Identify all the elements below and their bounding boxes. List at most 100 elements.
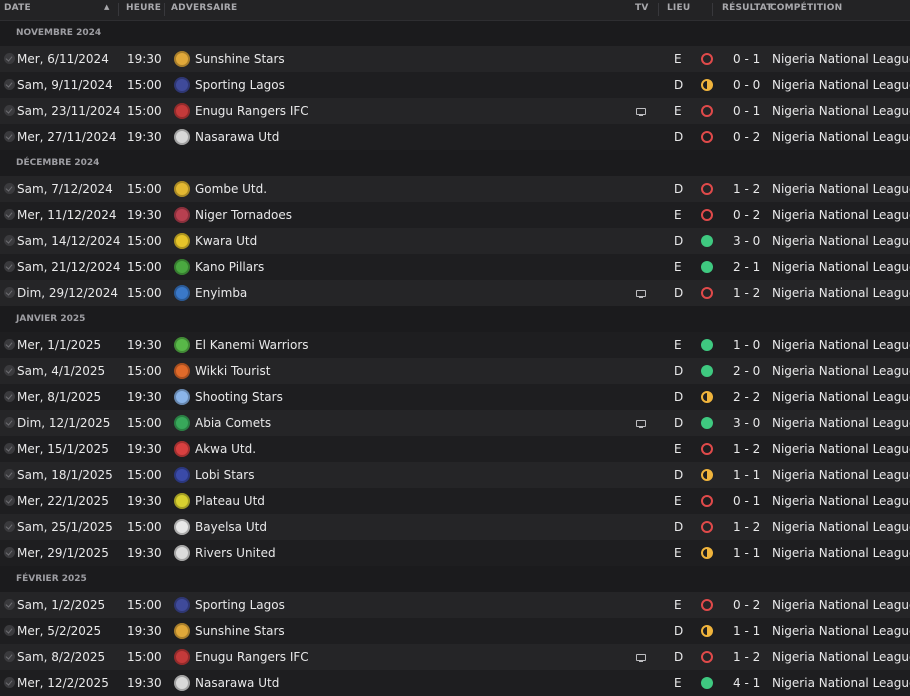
fixture-row[interactable]: Sam, 9/11/2024 15:00 Sporting Lagos D 0 - 0 N… — [0, 72, 910, 98]
match-score[interactable]: 2 - 2 — [733, 390, 760, 404]
opponent-link[interactable]: Enyimba — [195, 286, 247, 300]
fixture-row[interactable]: Sam, 18/1/2025 15:00 Lobi Stars D 1 - 1 Niger… — [0, 462, 910, 488]
competition-link[interactable]: Nigeria National League — [772, 598, 910, 612]
column-divider[interactable] — [164, 3, 165, 16]
match-score[interactable]: 4 - 1 — [733, 676, 760, 690]
competition-link[interactable]: Nigeria National League — [772, 520, 910, 534]
opponent-link[interactable]: Sporting Lagos — [195, 598, 285, 612]
match-score[interactable]: 1 - 1 — [733, 624, 760, 638]
competition-link[interactable]: Nigeria National League — [772, 364, 910, 378]
opponent-link[interactable]: Niger Tornadoes — [195, 208, 292, 222]
header-competition[interactable]: COMPÉTITION — [770, 3, 842, 13]
opponent-link[interactable]: Shooting Stars — [195, 390, 283, 404]
header-tv[interactable]: TV — [635, 3, 649, 13]
fixture-row[interactable]: Mer, 11/12/2024 19:30 Niger Tornadoes E 0 - … — [0, 202, 910, 228]
match-score[interactable]: 1 - 2 — [733, 520, 760, 534]
fixture-row[interactable]: Mer, 15/1/2025 19:30 Akwa Utd. E 1 - 2 Nigeri… — [0, 436, 910, 462]
competition-link[interactable]: Nigeria National League — [772, 286, 910, 300]
competition-link[interactable]: Nigeria National League — [772, 442, 910, 456]
opponent-link[interactable]: Enugu Rangers IFC — [195, 650, 309, 664]
fixture-row[interactable]: Mer, 12/2/2025 19:30 Nasarawa Utd E 4 - 1 Nig… — [0, 670, 910, 696]
fixture-row[interactable]: Sam, 8/2/2025 15:00 Enugu Rangers IFC D 1 - … — [0, 644, 910, 670]
match-score[interactable]: 1 - 0 — [733, 338, 760, 352]
match-score[interactable]: 2 - 1 — [733, 260, 760, 274]
competition-link[interactable]: Nigeria National League — [772, 546, 910, 560]
competition-link[interactable]: Nigeria National League — [772, 234, 910, 248]
fixture-row[interactable]: Dim, 29/12/2024 15:00 Enyimba D 1 - 2 Nigeria… — [0, 280, 910, 306]
opponent-link[interactable]: Rivers United — [195, 546, 276, 560]
match-score[interactable]: 1 - 2 — [733, 182, 760, 196]
opponent-link[interactable]: Abia Comets — [195, 416, 271, 430]
competition-link[interactable]: Nigeria National League — [772, 494, 910, 508]
match-score[interactable]: 1 - 1 — [733, 468, 760, 482]
fixture-row[interactable]: Mer, 1/1/2025 19:30 El Kanemi Warriors E 1 -… — [0, 332, 910, 358]
fixture-row[interactable]: Mer, 22/1/2025 19:30 Plateau Utd E 0 - 1 Nige… — [0, 488, 910, 514]
opponent-link[interactable]: Akwa Utd. — [195, 442, 256, 456]
competition-link[interactable]: Nigeria National League — [772, 182, 910, 196]
competition-link[interactable]: Nigeria National League — [772, 130, 910, 144]
match-score[interactable]: 2 - 0 — [733, 364, 760, 378]
fixture-row[interactable]: Sam, 14/12/2024 15:00 Kwara Utd D 3 - 0 Niger… — [0, 228, 910, 254]
opponent-link[interactable]: Sporting Lagos — [195, 78, 285, 92]
match-score[interactable]: 1 - 2 — [733, 442, 760, 456]
match-score[interactable]: 1 - 2 — [733, 650, 760, 664]
competition-link[interactable]: Nigeria National League — [772, 260, 910, 274]
opponent-link[interactable]: Gombe Utd. — [195, 182, 267, 196]
header-venue[interactable]: LIEU — [667, 3, 690, 13]
competition-link[interactable]: Nigeria National League — [772, 104, 910, 118]
competition-link[interactable]: Nigeria National League — [772, 624, 910, 638]
fixture-row[interactable]: Mer, 6/11/2024 19:30 Sunshine Stars E 0 - 1 N… — [0, 46, 910, 72]
match-score[interactable]: 3 - 0 — [733, 234, 760, 248]
competition-link[interactable]: Nigeria National League — [772, 390, 910, 404]
header-date[interactable]: DATE — [4, 3, 31, 13]
opponent-link[interactable]: Plateau Utd — [195, 494, 265, 508]
header-time[interactable]: HEURE — [126, 3, 161, 13]
match-score[interactable]: 0 - 2 — [733, 598, 760, 612]
opponent-link[interactable]: Nasarawa Utd — [195, 130, 279, 144]
competition-link[interactable]: Nigeria National League — [772, 676, 910, 690]
opponent-link[interactable]: Enugu Rangers IFC — [195, 104, 309, 118]
fixture-row[interactable]: Sam, 21/12/2024 15:00 Kano Pillars E 2 - 1 Ni… — [0, 254, 910, 280]
match-score[interactable]: 0 - 2 — [733, 130, 760, 144]
opponent-link[interactable]: El Kanemi Warriors — [195, 338, 309, 352]
fixture-date: Mer, 8/1/2025 — [17, 390, 102, 404]
match-score[interactable]: 3 - 0 — [733, 416, 760, 430]
competition-link[interactable]: Nigeria National League — [772, 468, 910, 482]
fixture-row[interactable]: Sam, 4/1/2025 15:00 Wikki Tourist D 2 - 0 Nig… — [0, 358, 910, 384]
fixture-row[interactable]: Sam, 7/12/2024 15:00 Gombe Utd. D 1 - 2 Niger… — [0, 176, 910, 202]
competition-link[interactable]: Nigeria National League — [772, 208, 910, 222]
match-score[interactable]: 0 - 1 — [733, 494, 760, 508]
fixture-row[interactable]: Sam, 23/11/2024 15:00 Enugu Rangers IFC E 0 … — [0, 98, 910, 124]
competition-link[interactable]: Nigeria National League — [772, 78, 910, 92]
column-divider[interactable] — [658, 3, 659, 16]
opponent-link[interactable]: Wikki Tourist — [195, 364, 270, 378]
match-score[interactable]: 0 - 1 — [733, 104, 760, 118]
fixture-row[interactable]: Mer, 27/11/2024 19:30 Nasarawa Utd D 0 - 2 Ni… — [0, 124, 910, 150]
fixture-row[interactable]: Mer, 8/1/2025 19:30 Shooting Stars D 2 - 2 Ni… — [0, 384, 910, 410]
opponent-link[interactable]: Bayelsa Utd — [195, 520, 267, 534]
column-divider[interactable] — [118, 3, 119, 16]
match-score[interactable]: 1 - 2 — [733, 286, 760, 300]
fixture-row[interactable]: Mer, 5/2/2025 19:30 Sunshine Stars D 1 - 1 Ni… — [0, 618, 910, 644]
match-score[interactable]: 0 - 2 — [733, 208, 760, 222]
competition-link[interactable]: Nigeria National League — [772, 52, 910, 66]
opponent-link[interactable]: Kano Pillars — [195, 260, 264, 274]
fixture-row[interactable]: Sam, 25/1/2025 15:00 Bayelsa Utd D 1 - 2 Nige… — [0, 514, 910, 540]
fixture-row[interactable]: Dim, 12/1/2025 15:00 Abia Comets D 3 - 0 Nige… — [0, 410, 910, 436]
match-score[interactable]: 0 - 1 — [733, 52, 760, 66]
opponent-link[interactable]: Kwara Utd — [195, 234, 257, 248]
match-score[interactable]: 0 - 0 — [733, 78, 760, 92]
match-score[interactable]: 1 - 1 — [733, 546, 760, 560]
opponent-link[interactable]: Sunshine Stars — [195, 52, 285, 66]
fixture-row[interactable]: Mer, 29/1/2025 19:30 Rivers United E 1 - 1 Ni… — [0, 540, 910, 566]
header-opponent[interactable]: ADVERSAIRE — [171, 3, 237, 13]
competition-link[interactable]: Nigeria National League — [772, 650, 910, 664]
competition-link[interactable]: Nigeria National League — [772, 416, 910, 430]
fixture-row[interactable]: Sam, 1/2/2025 15:00 Sporting Lagos E 0 - 2 Ni… — [0, 592, 910, 618]
opponent-link[interactable]: Nasarawa Utd — [195, 676, 279, 690]
opponent-link[interactable]: Lobi Stars — [195, 468, 254, 482]
column-divider[interactable] — [712, 3, 713, 16]
header-result[interactable]: RÉSULTAT — [722, 3, 773, 13]
opponent-link[interactable]: Sunshine Stars — [195, 624, 285, 638]
competition-link[interactable]: Nigeria National League — [772, 338, 910, 352]
